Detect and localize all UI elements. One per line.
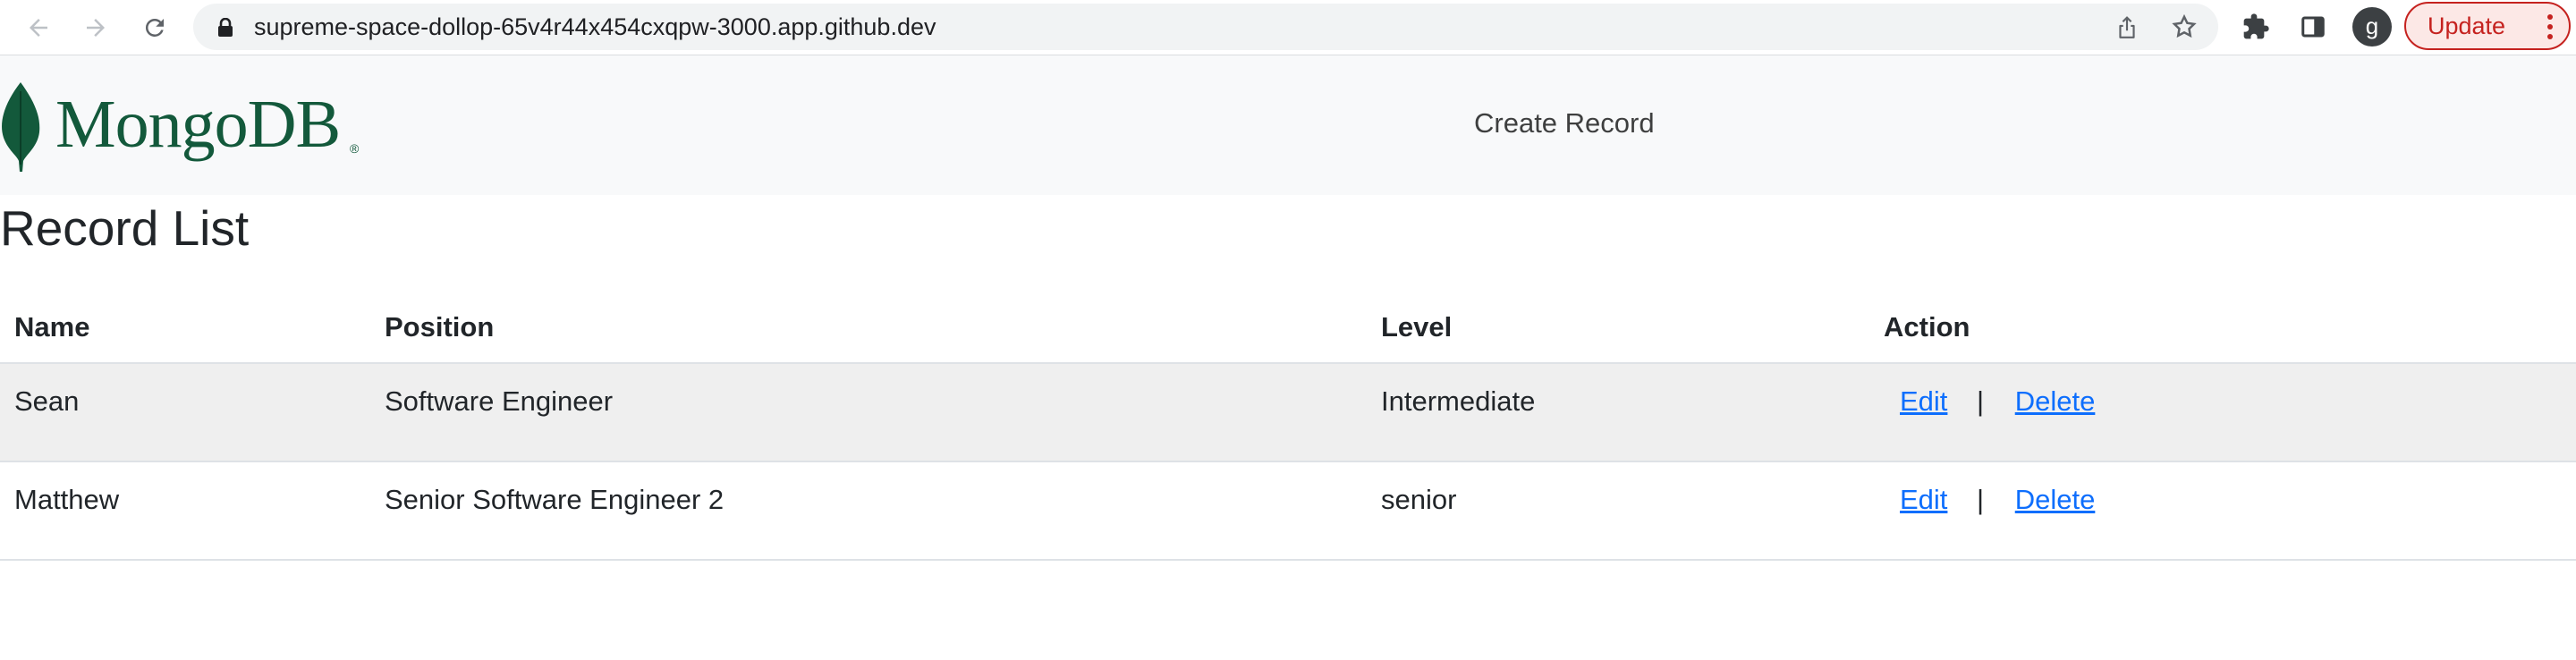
address-bar[interactable]: supreme-space-dollop-65v4r44x454cxqpw-30… (193, 4, 2218, 50)
cell-actions: Edit | Delete (1869, 461, 2576, 561)
action-separator: | (1977, 385, 1985, 417)
profile-avatar[interactable]: g (2352, 7, 2392, 47)
update-button[interactable]: Update (2404, 2, 2571, 50)
delete-button[interactable]: Delete (2015, 385, 2096, 418)
forward-button[interactable] (75, 7, 116, 48)
header-name: Name (0, 292, 370, 364)
table-row: Matthew Senior Software Engineer 2 senio… (0, 461, 2576, 561)
edit-link[interactable]: Edit (1900, 385, 1947, 418)
lock-icon (218, 18, 233, 37)
mongodb-wordmark: MongoDB (55, 87, 341, 162)
cell-level: Intermediate (1367, 363, 1869, 462)
browser-toolbar: supreme-space-dollop-65v4r44x454cxqpw-30… (0, 0, 2576, 55)
header-action: Action (1869, 292, 2576, 364)
edit-link[interactable]: Edit (1900, 484, 1947, 516)
mongodb-logo-link[interactable]: MongoDB ® (0, 82, 376, 172)
mongodb-leaf-icon (2, 82, 40, 172)
extensions-icon[interactable] (2240, 11, 2272, 43)
reload-icon (145, 18, 164, 37)
cell-actions: Edit | Delete (1869, 363, 2576, 462)
reload-button[interactable] (134, 7, 175, 48)
cell-position: Software Engineer (370, 363, 1367, 462)
forward-icon (87, 19, 105, 37)
page-title: Record List (0, 200, 250, 256)
star-icon[interactable] (2170, 13, 2199, 41)
cell-level: senior (1367, 461, 1869, 561)
back-icon (30, 19, 47, 37)
share-icon[interactable] (2113, 13, 2141, 41)
table-header-row: Name Position Level Action (0, 292, 2576, 364)
back-button[interactable] (18, 7, 59, 48)
side-panel-icon[interactable] (2297, 11, 2329, 43)
records-table: Name Position Level Action Sean Software… (0, 292, 2576, 561)
header-level: Level (1367, 292, 1869, 364)
cell-name: Sean (0, 363, 370, 462)
update-label: Update (2428, 13, 2506, 39)
cell-position: Senior Software Engineer 2 (370, 461, 1367, 561)
action-separator: | (1977, 484, 1985, 515)
table-row: Sean Software Engineer Intermediate Edit… (0, 363, 2576, 462)
url-text[interactable]: supreme-space-dollop-65v4r44x454cxqpw-30… (254, 4, 936, 50)
registered-mark: ® (350, 141, 360, 156)
header-position: Position (370, 292, 1367, 364)
delete-button[interactable]: Delete (2015, 484, 2096, 516)
app-navbar: MongoDB ® Create Record (0, 55, 2576, 195)
cell-name: Matthew (0, 461, 370, 561)
create-record-link[interactable]: Create Record (1474, 107, 1655, 140)
more-icon (2547, 14, 2553, 44)
